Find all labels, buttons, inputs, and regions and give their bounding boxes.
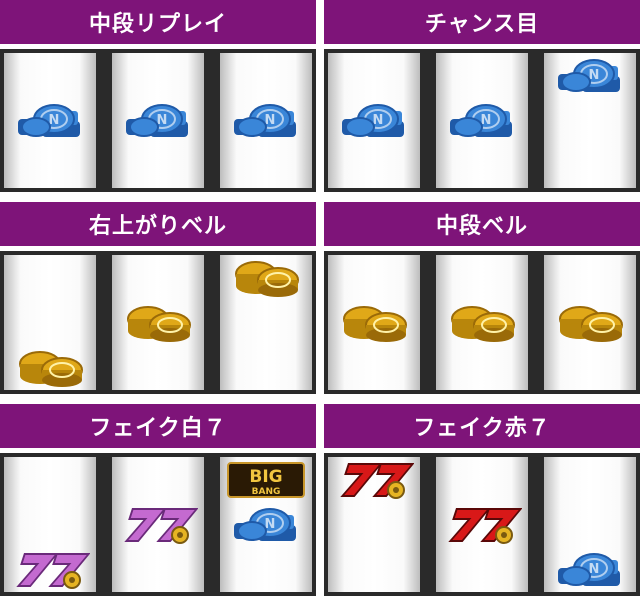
- white7-symbol: [4, 547, 96, 592]
- left-reel: N: [4, 53, 96, 188]
- white7-symbol: [112, 502, 204, 547]
- replay-symbol: N: [220, 98, 312, 143]
- reel-frame: [0, 251, 316, 394]
- bell-symbol: [4, 345, 96, 390]
- pattern-title: 右上がりベル: [0, 202, 316, 246]
- red7-symbol: [436, 502, 528, 547]
- svg-text:BANG: BANG: [252, 487, 281, 497]
- right-reel: BIG BANG N: [220, 457, 312, 592]
- reel-frame: N: [324, 453, 640, 596]
- center-reel: N: [436, 53, 528, 188]
- bell-symbol: [436, 300, 528, 345]
- replay-symbol: N: [4, 98, 96, 143]
- bell-symbol: [112, 300, 204, 345]
- center-reel: [436, 457, 528, 592]
- right-reel: N: [544, 457, 636, 592]
- left-reel: [4, 255, 96, 390]
- bell-symbol: [544, 300, 636, 345]
- center-reel: [112, 255, 204, 390]
- pattern-panel: 中段リプレイ N N N: [0, 0, 316, 192]
- right-reel: [220, 255, 312, 390]
- red7-symbol: [328, 457, 420, 502]
- pattern-panel: フェイク白７ BIG BANG N: [0, 404, 316, 596]
- pattern-title: フェイク赤７: [324, 404, 640, 448]
- replay-symbol: N: [328, 98, 420, 143]
- left-reel: [328, 255, 420, 390]
- bell-symbol: [328, 300, 420, 345]
- pattern-title: フェイク白７: [0, 404, 316, 448]
- pattern-title: 中段リプレイ: [0, 0, 316, 44]
- big-bang-symbol: BIG BANG: [220, 457, 312, 502]
- replay-symbol: N: [436, 98, 528, 143]
- svg-text:BIG: BIG: [249, 467, 282, 487]
- pattern-panel: フェイク赤７ N: [324, 404, 640, 596]
- center-reel: N: [112, 53, 204, 188]
- pattern-panel: 右上がりベル: [0, 202, 316, 394]
- reel-frame: BIG BANG N: [0, 453, 316, 596]
- pattern-title: 中段ベル: [324, 202, 640, 246]
- reel-frame: N N N: [324, 49, 640, 192]
- replay-symbol: N: [544, 53, 636, 98]
- reel-frame: [324, 251, 640, 394]
- pattern-panel: 中段ベル: [324, 202, 640, 394]
- right-reel: [544, 255, 636, 390]
- left-reel: [328, 457, 420, 592]
- left-reel: N: [328, 53, 420, 188]
- replay-symbol: N: [112, 98, 204, 143]
- bell-symbol: [220, 255, 312, 300]
- left-reel: [4, 457, 96, 592]
- pattern-panel: チャンス目 N N N: [324, 0, 640, 192]
- replay-symbol: N: [220, 502, 312, 547]
- pattern-title: チャンス目: [324, 0, 640, 44]
- right-reel: N: [544, 53, 636, 188]
- center-reel: [112, 457, 204, 592]
- replay-symbol: N: [544, 547, 636, 592]
- right-reel: N: [220, 53, 312, 188]
- center-reel: [436, 255, 528, 390]
- reel-frame: N N N: [0, 49, 316, 192]
